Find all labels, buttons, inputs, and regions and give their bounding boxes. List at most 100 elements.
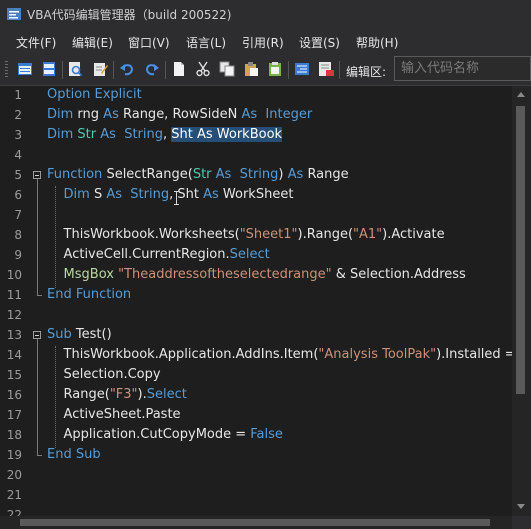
code-token: ).Installed = <box>436 347 520 362</box>
code-token: SelectRange( <box>106 167 193 182</box>
code-token: Option Explicit <box>47 87 142 102</box>
copy-icon[interactable] <box>218 60 236 78</box>
vertical-scrollbar[interactable] <box>512 86 531 516</box>
horizontal-scrollbar[interactable] <box>0 516 512 529</box>
code-editor[interactable]: 1 2 3 4 5 6 7 8 9 10 11 12 13 14 15 16 1… <box>0 86 531 529</box>
title-bar: VBA代码编辑管理器（build 200522) <box>0 0 531 28</box>
fold-toggle-sub[interactable] <box>33 331 41 339</box>
code-line[interactable]: Dim S As String, Sht As WorkSheet <box>47 187 294 203</box>
fold-line <box>37 179 38 295</box>
code-line[interactable]: Option Explicit <box>47 87 142 103</box>
code-token: As <box>106 187 127 202</box>
code-token: As <box>215 167 236 182</box>
code-line[interactable]: Range("F3").Select <box>47 387 187 403</box>
fold-toggle-function[interactable] <box>33 171 41 179</box>
code-token: Application.CutCopyMode = <box>47 427 251 442</box>
line-number: 21 <box>6 488 22 502</box>
code-line[interactable]: ThisWorkbook.Application.AddIns.Item("An… <box>47 347 531 363</box>
window-icon[interactable] <box>16 60 34 78</box>
toolbar-separator <box>288 61 289 79</box>
selected-text: Sht As WorkBook <box>171 127 283 142</box>
code-line[interactable]: ActiveCell.CurrentRegion.Select <box>47 247 270 263</box>
line-number: 8 <box>14 228 22 242</box>
code-token: WorkSheet <box>222 187 294 202</box>
export-icon[interactable] <box>317 60 335 78</box>
redo-icon[interactable] <box>143 60 161 78</box>
code-token: ActiveCell.CurrentRegion. <box>47 247 230 262</box>
toolbar-grip[interactable] <box>5 61 8 79</box>
code-token: ) <box>278 167 288 182</box>
menu-settings[interactable]: 设置(S) <box>299 34 340 51</box>
cut-icon[interactable] <box>194 60 212 78</box>
code-token: & Selection.Address <box>331 267 466 282</box>
code-token: Sub <box>47 327 76 342</box>
paste-icon[interactable] <box>242 60 260 78</box>
scroll-down-arrow-icon[interactable] <box>517 504 525 509</box>
code-token: Range <box>307 167 349 182</box>
code-token: MsgBox <box>63 267 119 282</box>
code-line[interactable]: ThisWorkbook.Worksheets("Sheet1").Range(… <box>47 227 445 243</box>
code-token: "F3" <box>109 387 138 402</box>
code-line[interactable]: MsgBox "Theaddressoftheselectedrange" & … <box>47 267 466 283</box>
code-token: S <box>93 187 107 202</box>
horizontal-scroll-thumb[interactable] <box>20 519 490 526</box>
line-number: 6 <box>14 188 22 202</box>
line-number: 18 <box>6 428 22 442</box>
menu-window[interactable]: 窗口(V) <box>128 34 170 51</box>
code-line[interactable]: End Function <box>47 287 131 303</box>
code-name-search-input[interactable] <box>394 56 531 81</box>
line-number-gutter: 1 2 3 4 5 6 7 8 9 10 11 12 13 14 15 16 1… <box>0 86 26 522</box>
line-number: 14 <box>6 348 22 362</box>
code-line[interactable]: Application.CutCopyMode = False <box>47 427 283 443</box>
code-line[interactable]: Dim rng As Range, RowSideN As Integer <box>47 107 312 123</box>
line-number: 7 <box>14 208 22 222</box>
code-line[interactable]: End Sub <box>47 447 101 463</box>
code-token: ThisWorkbook.Application.AddIns.Item( <box>47 347 319 362</box>
code-line[interactable]: Selection.Copy <box>47 367 161 383</box>
code-token: End Function <box>47 287 132 302</box>
menu-language[interactable]: 语言(L) <box>186 34 226 51</box>
code-token: Str <box>192 167 216 182</box>
undo-icon[interactable] <box>118 60 136 78</box>
new-file-icon[interactable] <box>170 60 188 78</box>
line-number: 5 <box>14 168 22 182</box>
fold-end <box>37 455 42 456</box>
scroll-up-arrow-icon[interactable] <box>517 92 525 97</box>
preview-icon[interactable] <box>66 60 84 78</box>
toolbar-separator <box>165 61 166 79</box>
line-number: 3 <box>14 128 22 142</box>
code-token: Function <box>47 167 107 182</box>
indent-icon[interactable] <box>293 60 311 78</box>
code-line[interactable]: Dim Str As String, Sht As WorkBook <box>47 127 283 143</box>
menu-reference[interactable]: 引用(R) <box>242 34 284 51</box>
menu-edit[interactable]: 编辑(E) <box>72 34 113 51</box>
line-number: 10 <box>6 268 22 282</box>
code-line[interactable]: Function SelectRange(Str As String) As R… <box>47 167 349 183</box>
vertical-scroll-thumb[interactable] <box>516 106 525 394</box>
line-number: 1 <box>14 88 22 102</box>
line-number: 16 <box>6 388 22 402</box>
editor-area-label: 编辑区: <box>346 65 387 79</box>
line-number: 4 <box>14 148 22 162</box>
edit-doc-icon[interactable] <box>91 60 109 78</box>
line-number: 20 <box>6 468 22 482</box>
window-title: VBA代码编辑管理器（build 200522) <box>27 8 232 22</box>
code-token: Range( <box>47 387 110 402</box>
tile-icon[interactable] <box>40 60 58 78</box>
code-token: "Analysis ToolPak" <box>318 347 437 362</box>
line-number: 15 <box>6 368 22 382</box>
menu-help[interactable]: 帮助(H) <box>356 34 398 51</box>
code-token: Dim <box>63 187 94 202</box>
paste-special-icon[interactable] <box>266 60 284 78</box>
code-line[interactable]: ActiveSheet.Paste <box>47 407 181 423</box>
toolbar-separator <box>113 61 114 79</box>
text-cursor-icon <box>174 191 179 205</box>
menu-file[interactable]: 文件(F) <box>16 34 56 51</box>
code-token: Integer <box>261 107 313 122</box>
line-number: 2 <box>14 108 22 122</box>
code-token: As <box>287 167 308 182</box>
code-token: String <box>126 187 170 202</box>
fold-line <box>37 339 38 455</box>
code-line[interactable]: Sub Test() <box>47 327 112 343</box>
